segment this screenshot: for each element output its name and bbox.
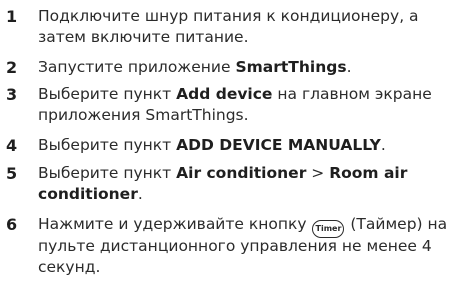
step-5-text-after: . — [137, 185, 143, 203]
app-name-smartthings: SmartThings — [235, 58, 347, 76]
step-1-text: Подключите шнур питания к кондиционеру, … — [38, 7, 419, 46]
step-text: Выберите пункт Air conditioner > Room ai… — [38, 163, 456, 205]
step-number: 4 — [6, 136, 18, 155]
step-text: Выберите пункт Add device на главном экр… — [38, 84, 456, 126]
step-number: 6 — [6, 215, 18, 234]
step-text: Выберите пункт ADD DEVICE MANUALLY. — [38, 135, 456, 156]
add-device-label: Add device — [176, 85, 273, 103]
step-3-text-before: Выберите пункт — [38, 85, 177, 103]
step-4-text-after: . — [380, 136, 386, 154]
step-5-text-before: Выберите пункт — [38, 164, 177, 182]
instruction-steps: 1 Подключите шнур питания к кондиционеру… — [0, 0, 460, 288]
step-text: Подключите шнур питания к кондиционеру, … — [38, 6, 456, 48]
air-conditioner-label: Air conditioner — [176, 164, 307, 182]
step-2-text-after: . — [346, 58, 352, 76]
step-text: Нажмите и удерживайте кнопку Timer (Тайм… — [38, 214, 456, 278]
step-number: 2 — [6, 58, 18, 77]
step-2-text-before: Запустите приложение — [38, 58, 236, 76]
step-number: 3 — [6, 85, 18, 104]
timer-button-icon: Timer — [312, 220, 345, 238]
step-number: 5 — [6, 164, 18, 183]
step-text: Запустите приложение SmartThings. — [38, 57, 456, 78]
step-6-text-before: Нажмите и удерживайте кнопку — [38, 215, 312, 233]
step-number: 1 — [6, 7, 18, 26]
step-4-text-before: Выберите пункт — [38, 136, 177, 154]
add-device-manually-label: ADD DEVICE MANUALLY — [176, 136, 381, 154]
menu-separator: > — [306, 164, 330, 182]
